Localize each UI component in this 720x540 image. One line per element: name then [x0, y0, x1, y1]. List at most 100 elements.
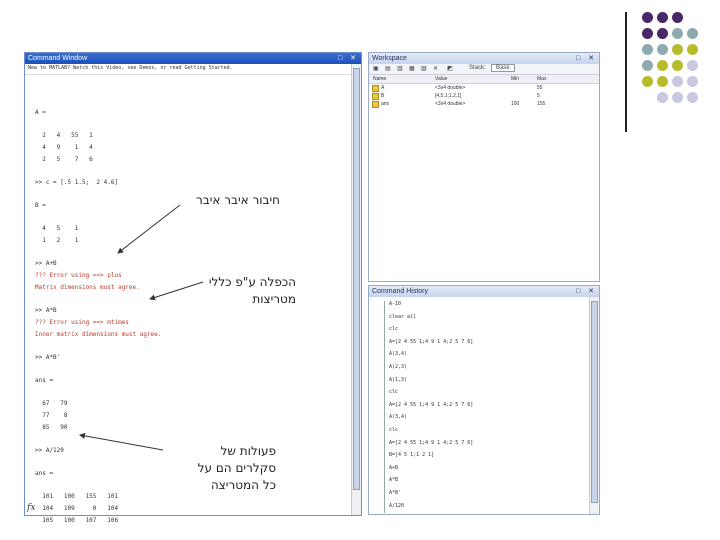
- command-history-panel[interactable]: Command History □ ✕ A-10 clear all clc A=[2…: [368, 285, 600, 515]
- variable-max: 155: [537, 101, 546, 107]
- history-entry[interactable]: A(1,3): [389, 377, 407, 383]
- decorative-dot: [672, 60, 683, 71]
- command-window-title: Command Window: [28, 55, 88, 62]
- scrollbar-thumb[interactable]: [353, 68, 360, 490]
- history-entry[interactable]: A*B': [389, 490, 401, 496]
- window-controls-icon[interactable]: □ ✕: [338, 53, 359, 64]
- stack-select[interactable]: Base: [491, 64, 515, 72]
- command-window-titlebar[interactable]: Command Window □ ✕: [25, 53, 361, 64]
- new-variable-icon[interactable]: ▣: [373, 65, 379, 72]
- history-entry[interactable]: clear all: [389, 314, 416, 320]
- print-icon[interactable]: ▧: [421, 65, 427, 72]
- delete-icon[interactable]: ✕: [433, 65, 438, 72]
- decorative-dot: [672, 44, 683, 55]
- decorative-dot: [687, 76, 698, 87]
- scrollbar-thumb[interactable]: [591, 301, 598, 503]
- history-entry[interactable]: A(3,4): [389, 351, 407, 357]
- variable-name: A: [381, 85, 385, 91]
- command-output-line: Matrix dimensions must agree.: [35, 284, 140, 291]
- getting-started-hint[interactable]: New to MATLAB? Watch this Video, see Dem…: [25, 64, 361, 75]
- history-entry[interactable]: A-10: [389, 301, 401, 307]
- fx-prompt-icon: fx: [27, 503, 36, 513]
- history-entry[interactable]: clc: [389, 389, 398, 395]
- workspace-table-header: Name Value Min Max: [369, 75, 599, 84]
- decorative-dot: [642, 44, 653, 55]
- annotation-text: פעולות של: [220, 444, 276, 458]
- command-output-line: 104 109 0 104: [35, 505, 119, 512]
- column-header-value[interactable]: Value: [435, 76, 447, 82]
- workspace-titlebar[interactable]: Workspace □ ✕: [369, 53, 599, 64]
- command-output-line: Inner matrix dimensions must agree.: [35, 331, 162, 338]
- command-output-line: B =: [35, 202, 46, 209]
- variable-value: [4,5,1;1,2,1]: [435, 93, 462, 99]
- command-output-line: >> A*B: [35, 307, 57, 314]
- history-entry[interactable]: A=[2 4 55 1;4 9 1 4;2 5 7 6]: [389, 402, 473, 408]
- command-output-line: ??? Error using ==> mtimes: [35, 319, 129, 326]
- command-output-line: ??? Error using ==> plus: [35, 272, 122, 279]
- decorative-dot: [672, 12, 683, 23]
- command-output-line: ans =: [35, 377, 54, 384]
- matrix-variable-icon: [372, 101, 379, 108]
- annotation-text: סקלרים הם על: [197, 461, 276, 475]
- decorative-dot: [687, 60, 698, 71]
- history-entry[interactable]: B=[4 5 1;1 2 1]: [389, 452, 434, 458]
- command-output-line: 77 8: [35, 412, 68, 419]
- command-history-titlebar[interactable]: Command History □ ✕: [369, 286, 599, 297]
- annotation-scalar-ops: פעולות של סקלרים הם על כל המטריצה: [170, 443, 276, 494]
- command-output-line: 2 5 7 6: [35, 156, 93, 163]
- decorative-dot: [687, 44, 698, 55]
- decorative-dot: [687, 92, 698, 103]
- history-entry[interactable]: clc: [389, 427, 398, 433]
- decorative-dot: [657, 76, 668, 87]
- workspace-panel[interactable]: Workspace □ ✕ ▣ ▤ ▥ ▦ ▧ ✕ ◩ Stack: Base …: [368, 52, 600, 282]
- variable-max: 55: [537, 85, 543, 91]
- decorative-dot: [672, 76, 683, 87]
- command-output-line: ans =: [35, 470, 54, 477]
- command-history-scrollbar[interactable]: [589, 297, 599, 514]
- variable-min: 100: [511, 101, 520, 107]
- import-icon[interactable]: ▥: [397, 65, 403, 72]
- workspace-table-body: A <3x4 double> 55 B [4,5,1;1,2,1] 5 ans <3x4 do…: [369, 84, 599, 108]
- decorative-dot: [642, 12, 653, 23]
- column-header-max[interactable]: Max: [537, 76, 546, 82]
- command-output-line: 1 2 1: [35, 237, 79, 244]
- workspace-variable-row[interactable]: B [4,5,1;1,2,1] 5: [369, 92, 599, 100]
- matrix-variable-icon: [372, 93, 379, 100]
- history-entry[interactable]: A(2,3): [389, 364, 407, 370]
- command-output-line: 4 9 1 4: [35, 144, 93, 151]
- variable-name: ans: [381, 101, 390, 107]
- divider-line: [625, 12, 627, 132]
- decorative-dot: [672, 28, 683, 39]
- window-controls-icon[interactable]: □ ✕: [576, 286, 597, 297]
- history-entry[interactable]: clc: [389, 326, 398, 332]
- window-controls-icon[interactable]: □ ✕: [576, 53, 597, 64]
- decorative-dot: [642, 76, 653, 87]
- history-entry[interactable]: A/120: [389, 503, 404, 509]
- stack-label: Stack:: [469, 65, 486, 71]
- variable-value: <3x4 double>: [435, 101, 466, 107]
- annotation-text: חיבור איבר איבר: [196, 193, 280, 207]
- history-entry[interactable]: A+B: [389, 465, 398, 471]
- history-entry[interactable]: A(3,4): [389, 414, 407, 420]
- history-entry[interactable]: A*B: [389, 477, 398, 483]
- plot-icon[interactable]: ◩: [447, 65, 453, 72]
- history-entry[interactable]: A=[2 4 55 1;4 9 1 4;2 5 7 6]: [389, 339, 473, 345]
- decorative-dot: [642, 28, 653, 39]
- variable-max: 5: [537, 93, 540, 99]
- workspace-title: Workspace: [372, 55, 407, 62]
- decorative-dot: [657, 28, 668, 39]
- decorative-dot: [672, 92, 683, 103]
- column-header-min[interactable]: Min: [511, 76, 519, 82]
- command-window-scrollbar[interactable]: [351, 64, 361, 515]
- column-header-name[interactable]: Name: [373, 76, 386, 82]
- command-output-line: 85 90: [35, 424, 68, 431]
- workspace-variable-row[interactable]: ans <3x4 double> 100 155: [369, 100, 599, 108]
- command-output-line: >> c = [.5 1.5; 2 4.6]: [35, 179, 119, 186]
- save-icon[interactable]: ▦: [409, 65, 415, 72]
- open-icon[interactable]: ▤: [385, 65, 391, 72]
- workspace-toolbar: ▣ ▤ ▥ ▦ ▧ ✕ ◩ Stack: Base: [369, 64, 599, 75]
- variable-name: B: [381, 93, 385, 99]
- history-entry[interactable]: A=[2 4 55 1;4 9 1 4;2 5 7 6]: [389, 440, 473, 446]
- history-tree-line: [384, 301, 385, 513]
- workspace-variable-row[interactable]: A <3x4 double> 55: [369, 84, 599, 92]
